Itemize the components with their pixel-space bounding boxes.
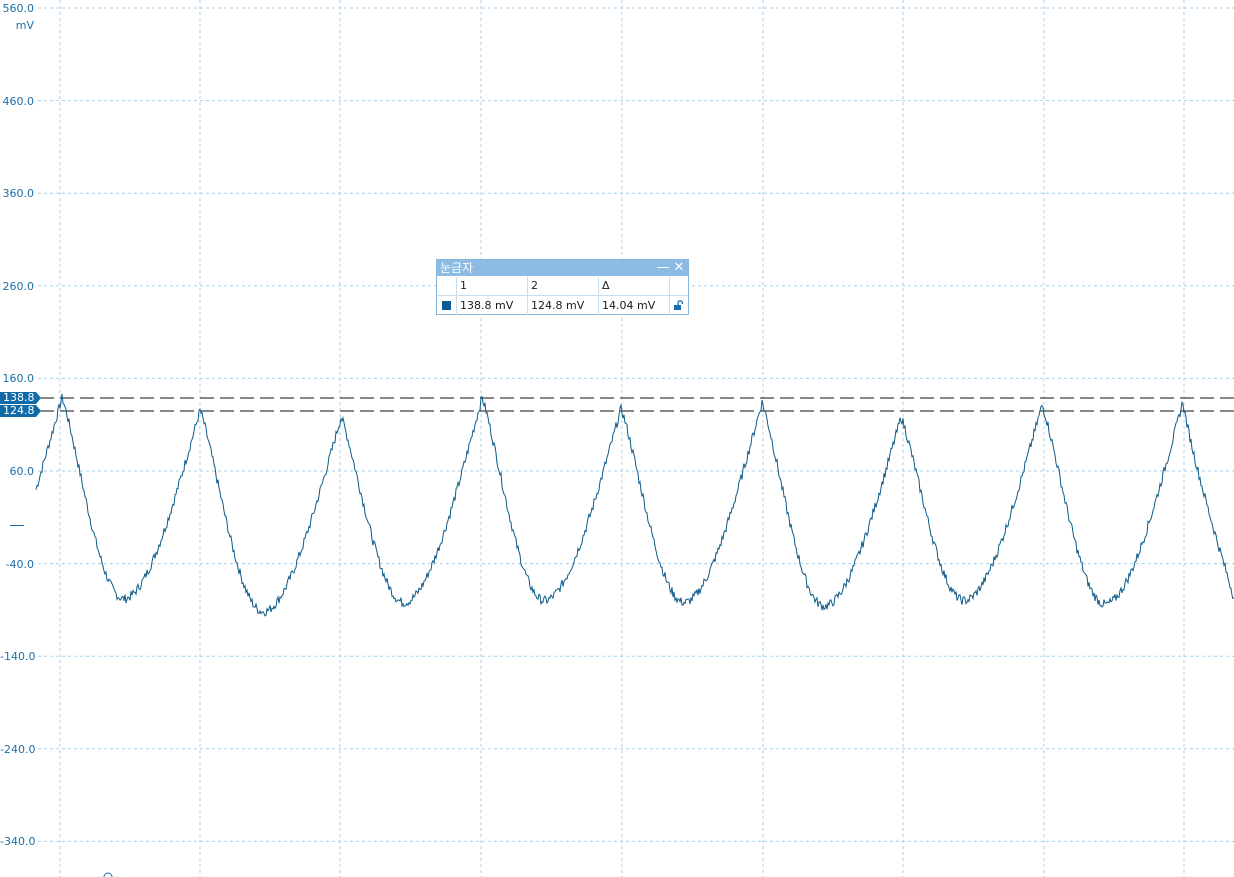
y-tick-label: 560.0 [2, 2, 35, 15]
close-icon[interactable]: ✕ [672, 260, 686, 276]
lock-cell[interactable] [670, 296, 688, 315]
ruler-tag-1[interactable]: 138.8 [0, 392, 41, 405]
ruler-panel[interactable]: 눈금자 — ✕ 1 2 Δ 138.8 mV 124.8 mV 14.04 mV [436, 259, 689, 315]
ruler-panel-header-row: 1 2 Δ [437, 277, 688, 296]
y-axis-unit: mV [15, 19, 34, 32]
y-tick-label: -340.0 [0, 835, 36, 849]
unlock-icon[interactable] [673, 300, 684, 311]
y-tick-label: -40.0 [5, 557, 34, 571]
y-tick-label: 460.0 [2, 94, 35, 108]
channel-swatch-cell [437, 296, 457, 315]
ruler-tag-2[interactable]: 124.8 [0, 404, 41, 417]
ruler-panel-titlebar[interactable]: 눈금자 — ✕ [437, 260, 688, 276]
origin-marker-icon [103, 872, 113, 877]
header-ruler-1: 1 [457, 277, 528, 295]
ruler-panel-title: 눈금자 [440, 261, 474, 275]
grid-lines [38, 0, 1234, 877]
ruler-1-value: 138.8 mV [457, 296, 528, 315]
y-tick-label: 160.0 [2, 372, 35, 386]
channel-color-swatch [442, 301, 451, 310]
delta-value: 14.04 mV [599, 296, 670, 315]
y-tick-label: 60.0 [9, 465, 35, 478]
header-ruler-2: 2 [528, 277, 599, 295]
y-tick-label: 260.0 [2, 279, 35, 293]
waveform-trace [35, 393, 1234, 617]
header-lock-cell [670, 277, 688, 295]
y-tick-label: -140.0 [0, 650, 36, 664]
header-swatch-cell [437, 277, 457, 295]
ruler-2-value: 124.8 mV [528, 296, 599, 315]
minimize-icon[interactable]: — [656, 260, 670, 276]
ruler-panel-value-row: 138.8 mV 124.8 mV 14.04 mV [437, 296, 688, 315]
header-delta: Δ [599, 277, 670, 295]
y-tick-label: 360.0 [2, 187, 35, 201]
ruler-lines[interactable] [40, 397, 1234, 412]
y-tick-label: -240.0 [0, 742, 36, 756]
zero-level-marker [10, 525, 24, 526]
waveform-plot[interactable] [0, 0, 1234, 877]
